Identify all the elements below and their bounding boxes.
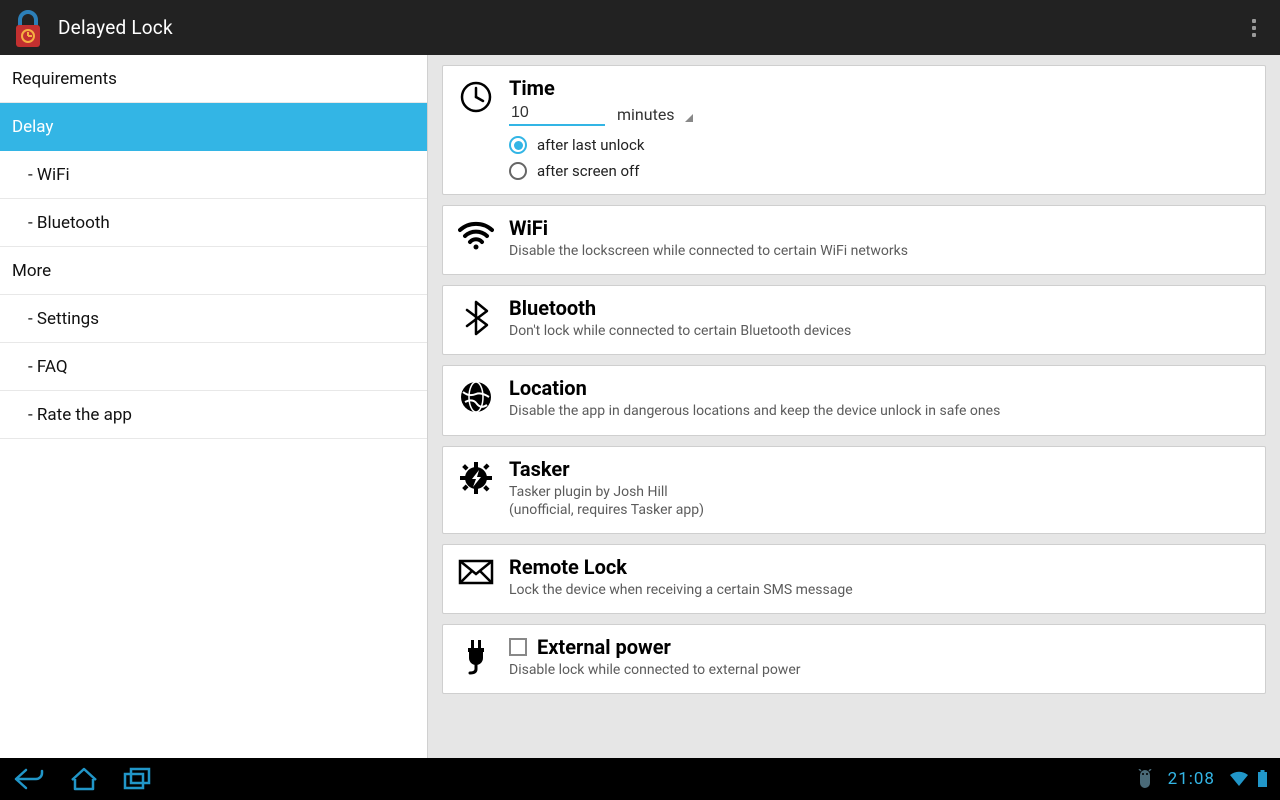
sidebar-item-label: More — [12, 261, 51, 281]
sidebar-item-label: - Rate the app — [28, 405, 132, 425]
wifi-signal-icon — [1229, 771, 1249, 787]
sidebar-item-label: - Settings — [28, 309, 99, 329]
card-desc: Don't lock while connected to certain Bl… — [509, 322, 1251, 340]
card-desc-2: (unofficial, requires Tasker app) — [509, 501, 1251, 519]
sidebar: Requirements Delay - WiFi - Bluetooth Mo… — [0, 55, 428, 758]
card-remote-lock[interactable]: Remote Lock Lock the device when receivi… — [442, 544, 1266, 614]
card-desc: Lock the device when receiving a certain… — [509, 581, 1251, 599]
android-debug-icon — [1136, 769, 1154, 789]
radio-label: after screen off — [537, 162, 639, 180]
card-desc: Disable the lockscreen while connected t… — [509, 242, 1251, 260]
recents-button[interactable] — [122, 767, 154, 791]
time-value-input[interactable] — [509, 102, 605, 126]
wifi-icon — [457, 216, 495, 260]
system-nav-bar: 21:08 — [0, 758, 1280, 800]
card-bluetooth[interactable]: Bluetooth Don't lock while connected to … — [442, 285, 1266, 355]
card-title: External power — [537, 635, 671, 659]
app-icon — [12, 8, 44, 48]
time-unit-spinner[interactable]: minutes — [617, 105, 693, 126]
gear-lightning-icon — [457, 457, 495, 519]
sidebar-item-more[interactable]: More — [0, 247, 427, 295]
clock-icon — [457, 76, 495, 180]
radio-icon — [509, 136, 527, 154]
home-button[interactable] — [68, 766, 100, 792]
card-desc: Disable lock while connected to external… — [509, 661, 1251, 679]
radio-label: after last unlock — [537, 136, 644, 154]
sidebar-item-rate[interactable]: - Rate the app — [0, 391, 427, 439]
sidebar-item-faq[interactable]: - FAQ — [0, 343, 427, 391]
main-panel: Time minutes after last unlock after scr… — [428, 55, 1280, 758]
radio-icon — [509, 162, 527, 180]
sidebar-item-bluetooth[interactable]: - Bluetooth — [0, 199, 427, 247]
card-desc: Tasker plugin by Josh Hill — [509, 483, 1251, 501]
card-title: Time — [509, 76, 1251, 100]
card-location[interactable]: Location Disable the app in dangerous lo… — [442, 365, 1266, 435]
card-time: Time minutes after last unlock after scr… — [442, 65, 1266, 195]
radio-after-last-unlock[interactable]: after last unlock — [509, 136, 1251, 154]
sidebar-item-label: - Bluetooth — [28, 213, 110, 233]
sidebar-item-settings[interactable]: - Settings — [0, 295, 427, 343]
globe-icon — [457, 376, 495, 420]
bluetooth-icon — [457, 296, 495, 340]
plug-icon — [457, 635, 495, 679]
action-bar: Delayed Lock — [0, 0, 1280, 55]
sidebar-item-label: - FAQ — [28, 357, 68, 377]
battery-icon — [1257, 770, 1268, 788]
card-title: WiFi — [509, 216, 1251, 240]
card-title: Bluetooth — [509, 296, 1251, 320]
envelope-icon — [457, 555, 495, 599]
card-title: Tasker — [509, 457, 1251, 481]
card-tasker[interactable]: Tasker Tasker plugin by Josh Hill (unoff… — [442, 446, 1266, 534]
sidebar-item-requirements[interactable]: Requirements — [0, 55, 427, 103]
external-power-checkbox[interactable] — [509, 638, 527, 656]
sidebar-item-label: Delay — [12, 117, 53, 137]
card-wifi[interactable]: WiFi Disable the lockscreen while connec… — [442, 205, 1266, 275]
card-external-power[interactable]: External power Disable lock while connec… — [442, 624, 1266, 694]
sidebar-item-wifi[interactable]: - WiFi — [0, 151, 427, 199]
overflow-menu-icon[interactable] — [1240, 8, 1268, 48]
card-title: Remote Lock — [509, 555, 1251, 579]
radio-after-screen-off[interactable]: after screen off — [509, 162, 1251, 180]
sidebar-item-label: - WiFi — [28, 165, 70, 185]
sidebar-item-label: Requirements — [12, 69, 117, 89]
back-button[interactable] — [12, 766, 46, 792]
status-clock[interactable]: 21:08 — [1168, 769, 1215, 789]
app-title: Delayed Lock — [58, 16, 173, 39]
card-title: Location — [509, 376, 1251, 400]
card-desc: Disable the app in dangerous locations a… — [509, 402, 1251, 420]
sidebar-item-delay[interactable]: Delay — [0, 103, 427, 151]
